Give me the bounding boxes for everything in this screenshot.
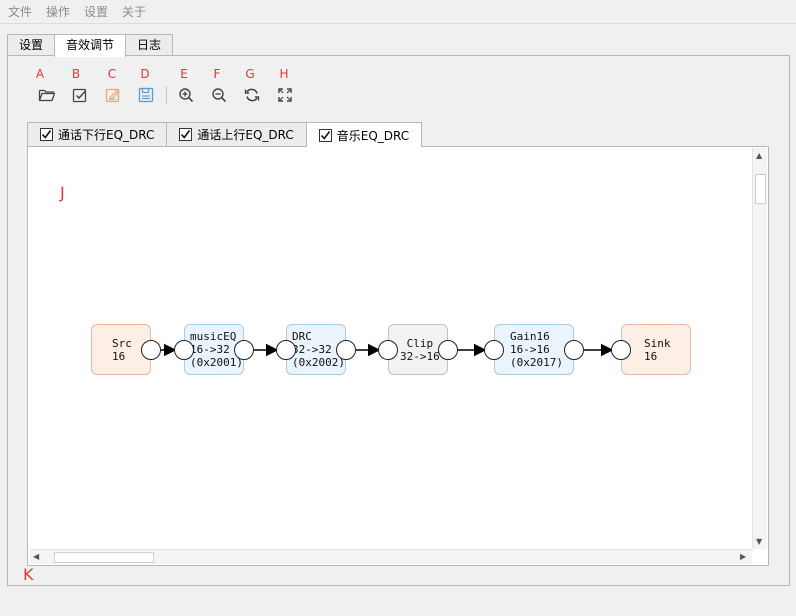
main-tab-bar: 设置 音效调节 日志: [7, 34, 174, 57]
label-f: F: [213, 67, 221, 81]
node-title: DRC: [292, 330, 312, 343]
menu-settings[interactable]: 设置: [84, 3, 108, 20]
node-title: Sink: [644, 336, 671, 350]
gain16-input-port[interactable]: [484, 340, 504, 360]
zoom-out-button[interactable]: [208, 84, 230, 106]
scroll-right-icon[interactable]: ▶: [740, 552, 746, 562]
tab-log[interactable]: 日志: [125, 34, 174, 56]
refresh-icon: [244, 88, 260, 102]
edit-icon: [105, 88, 120, 103]
call-downlink-checkbox[interactable]: [40, 128, 53, 141]
tab-label: 通话下行EQ_DRC: [58, 128, 155, 142]
tab-call-downlink[interactable]: 通话下行EQ_DRC: [27, 122, 168, 146]
label-c: C: [107, 67, 117, 81]
vertical-scroll-thumb[interactable]: [755, 174, 766, 204]
label-h: H: [279, 67, 289, 81]
open-button[interactable]: [36, 84, 58, 106]
clip-output-port[interactable]: [438, 340, 458, 360]
checkmark-icon: [41, 130, 52, 139]
scroll-left-icon[interactable]: ◀: [33, 552, 39, 562]
node-bitwidth: 16: [644, 349, 658, 363]
annotation-j: J: [60, 183, 65, 202]
fit-screen-button[interactable]: [274, 84, 296, 106]
check-button[interactable]: [69, 84, 91, 106]
node-title: musicEQ: [190, 330, 237, 343]
music-eq-input-port[interactable]: [174, 340, 194, 360]
node-format: 32->16: [400, 349, 440, 363]
tab-music[interactable]: 音乐EQ_DRC: [305, 122, 423, 147]
node-id: (0x2001): [190, 356, 243, 369]
node-title: Clip: [406, 336, 434, 350]
label-e: E: [180, 67, 188, 81]
checkmark-icon: [320, 130, 330, 140]
node-title: Gain16: [510, 330, 550, 343]
tab-audio-tuning[interactable]: 音效调节: [54, 34, 127, 57]
node-id: (0x2002): [292, 356, 345, 369]
edit-button[interactable]: [102, 84, 124, 106]
call-uplink-checkbox[interactable]: [179, 128, 193, 141]
node-sink[interactable]: Sink 16: [621, 324, 691, 375]
save-icon: [138, 87, 154, 103]
music-eq-output-port[interactable]: [234, 340, 254, 360]
drc-input-port[interactable]: [276, 340, 296, 360]
drc-output-port[interactable]: [336, 340, 356, 360]
label-g: G: [245, 67, 255, 81]
menu-bar: 文件 操作 设置 关于: [0, 0, 796, 24]
label-b: B: [71, 67, 81, 81]
refresh-button[interactable]: [241, 84, 263, 106]
checkmark-icon: [181, 130, 191, 139]
node-gain16[interactable]: Gain16 16->16 (0x2017): [494, 324, 574, 375]
sink-input-port[interactable]: [611, 340, 631, 360]
src-output-port[interactable]: [141, 340, 161, 360]
vertical-scrollbar[interactable]: ▲ ▼: [752, 148, 767, 549]
zoom-in-icon: [179, 88, 194, 103]
tab-call-uplink[interactable]: 通话上行EQ_DRC: [166, 122, 307, 146]
fit-screen-icon: [278, 88, 292, 102]
tab-label: 通话上行EQ_DRC: [197, 128, 294, 142]
node-format: 16->16: [510, 343, 550, 356]
node-bitwidth: 16: [112, 349, 126, 363]
scroll-down-icon[interactable]: ▼: [756, 537, 762, 547]
zoom-in-button[interactable]: [175, 84, 197, 106]
zoom-out-icon: [212, 88, 227, 103]
gain16-output-port[interactable]: [564, 340, 584, 360]
check-square-icon: [72, 88, 87, 103]
menu-file[interactable]: 文件: [8, 3, 32, 20]
label-d: D: [140, 67, 150, 81]
music-checkbox[interactable]: [318, 128, 332, 142]
save-button[interactable]: [135, 84, 157, 106]
toolbar-separator: [166, 86, 167, 104]
tab-label: 音乐EQ_DRC: [336, 128, 410, 143]
folder-open-icon: [38, 89, 56, 102]
label-a: A: [35, 67, 45, 81]
menu-about[interactable]: 关于: [122, 3, 146, 20]
clip-input-port[interactable]: [378, 340, 398, 360]
menu-operate[interactable]: 操作: [46, 3, 70, 20]
horizontal-scroll-thumb[interactable]: [54, 552, 154, 563]
tab-settings[interactable]: 设置: [7, 34, 56, 56]
node-id: (0x2017): [510, 356, 563, 369]
horizontal-scrollbar[interactable]: ◀ ▶: [30, 549, 752, 564]
node-title: Src: [112, 336, 132, 350]
scroll-up-icon[interactable]: ▲: [756, 151, 762, 161]
annotation-k: K: [23, 565, 34, 584]
graph-tab-bar: 通话下行EQ_DRC 通话上行EQ_DRC 音乐EQ_DRC: [27, 122, 423, 147]
